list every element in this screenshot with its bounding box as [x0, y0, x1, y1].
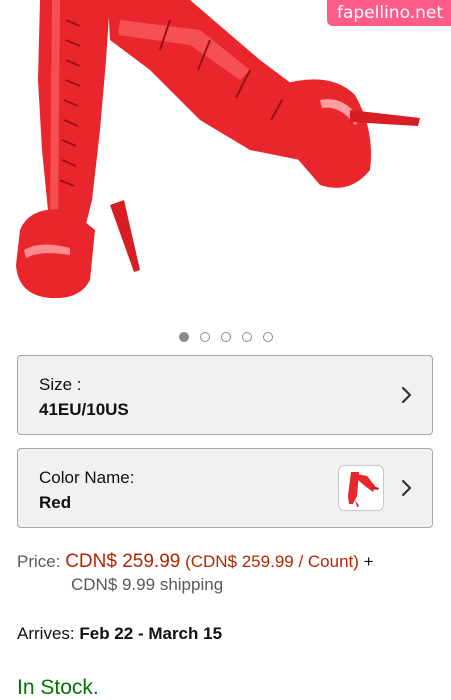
shipping-cost: CDN$ 9.99 shipping	[71, 575, 224, 594]
stock-status: In Stock.	[17, 676, 99, 699]
carousel-dot[interactable]	[178, 332, 189, 342]
price-value: CDN$ 259.99	[65, 551, 181, 572]
carousel-dot[interactable]	[262, 332, 273, 342]
size-selector[interactable]: Size : 41EU/10US	[17, 355, 433, 435]
price-plus: +	[363, 552, 374, 571]
color-swatch[interactable]	[338, 465, 384, 511]
price-per-unit: (CDN$ 259.99 / Count)	[185, 552, 359, 571]
arrives-label: Arrives:	[17, 624, 75, 643]
chevron-right-icon	[401, 479, 412, 497]
watermark: fapellino.net	[326, 0, 451, 26]
carousel-dot[interactable]	[199, 332, 210, 342]
arrives-dates: Feb 22 - March 15	[79, 624, 223, 643]
boot-thumbnail-icon	[348, 472, 379, 507]
size-value: 41EU/10US	[39, 400, 129, 419]
chevron-right-icon	[401, 386, 412, 404]
carousel-dot[interactable]	[220, 332, 231, 342]
delivery-estimate: Arrives: Feb 22 - March 15	[17, 624, 222, 644]
carousel-indicator	[0, 332, 451, 342]
color-label: Color Name:	[39, 468, 135, 487]
carousel-dot[interactable]	[241, 332, 252, 342]
boots-image	[16, 0, 420, 299]
size-label: Size :	[39, 375, 82, 394]
product-image[interactable]: fapellino.net	[0, 0, 451, 325]
price-label: Price:	[17, 552, 61, 571]
color-value: Red	[39, 493, 72, 512]
price-row: Price: CDN$ 259.99 (CDN$ 259.99 / Count)…	[17, 549, 437, 574]
color-selector[interactable]: Color Name: Red	[17, 448, 433, 528]
